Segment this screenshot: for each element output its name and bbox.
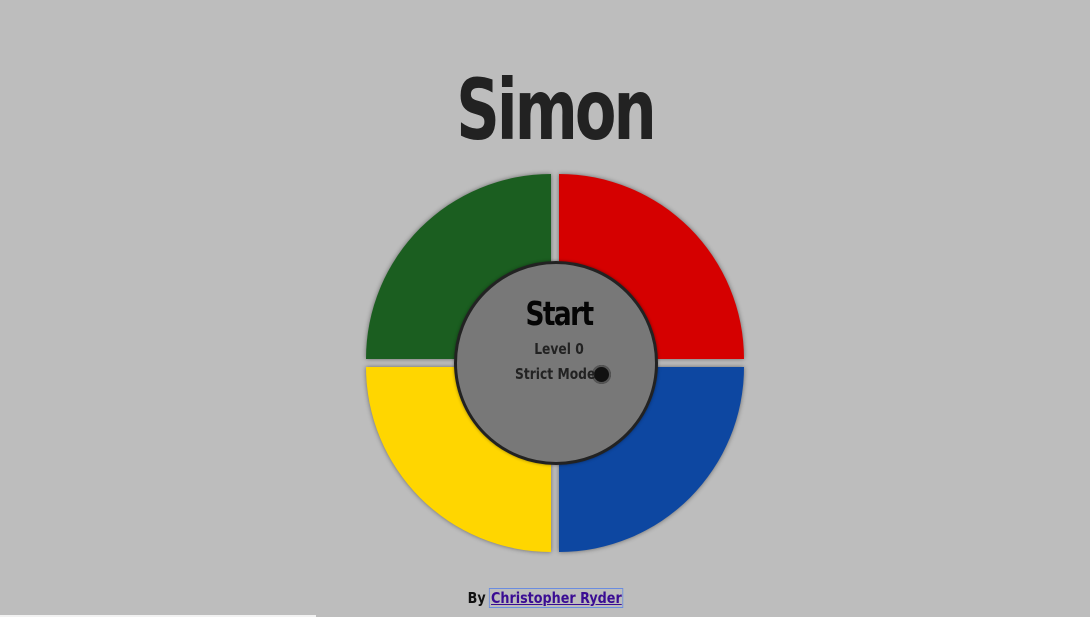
strict-mode-label: Strict Mode <box>515 365 596 383</box>
page-title: Simon <box>456 61 656 159</box>
simon-game-page: Simon Start Level 0 Strict Mode By Chris… <box>0 0 1090 617</box>
strict-mode-row: Strict Mode <box>515 364 611 384</box>
level-display: Level 0 <box>534 340 584 358</box>
simon-board: Start Level 0 Strict Mode <box>366 174 744 552</box>
footer-by-text: By <box>467 589 486 607</box>
start-button[interactable]: Start <box>477 294 640 333</box>
footer-credit: By Christopher Ryder <box>0 588 1090 608</box>
control-hub: Start Level 0 Strict Mode <box>454 261 658 465</box>
author-link[interactable]: Christopher Ryder <box>489 588 624 608</box>
